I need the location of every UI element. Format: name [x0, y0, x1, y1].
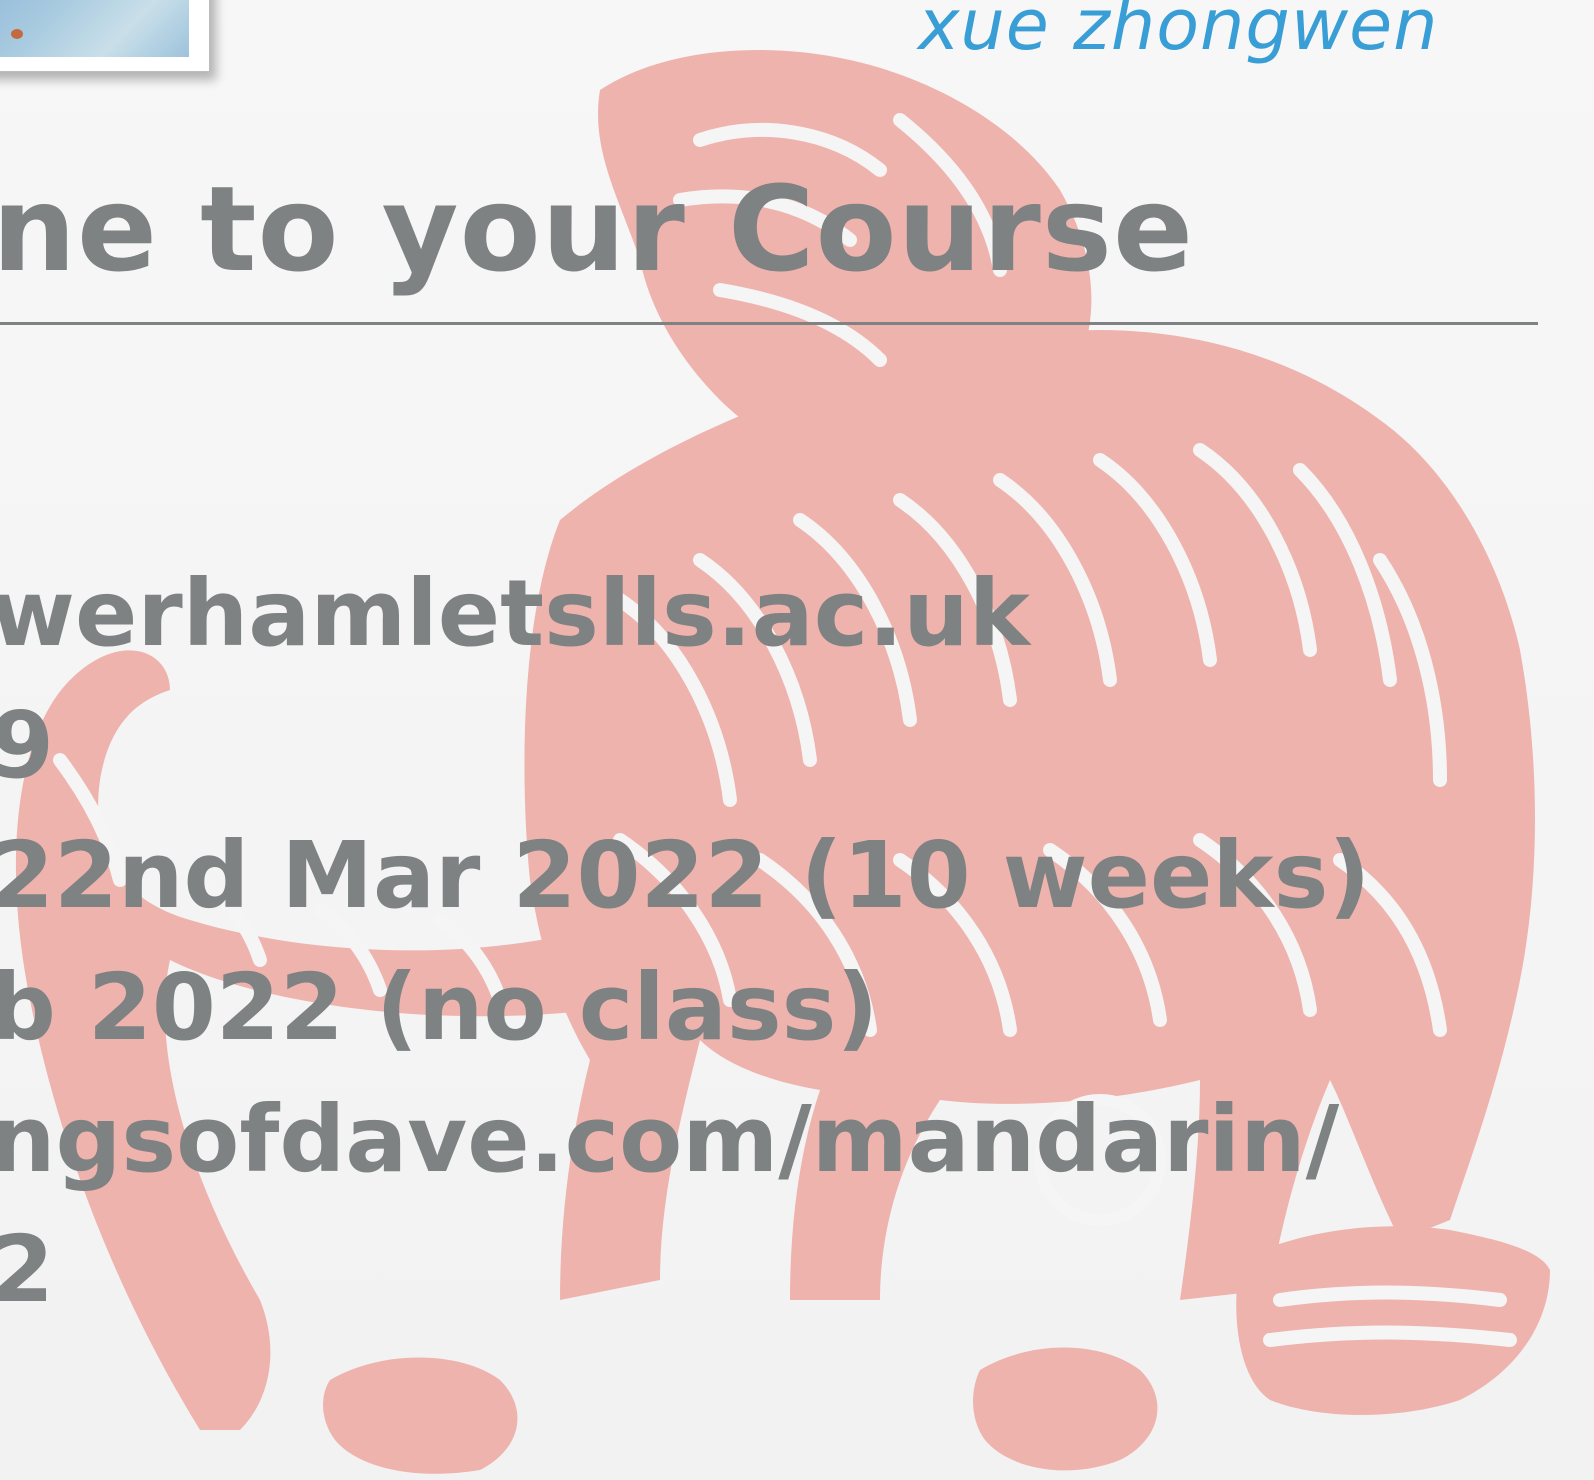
info-line-email: werhamletslls.ac.uk	[0, 560, 1030, 667]
pinyin-label: xue zhongwen	[918, 0, 1439, 66]
corner-photo	[0, 0, 210, 72]
info-line-room: 9	[0, 692, 55, 799]
photo-image	[0, 0, 189, 57]
photo-detail	[11, 29, 23, 39]
info-line-extra: 2	[0, 1216, 55, 1323]
info-line-website: ngsofdave.com/mandarin/	[0, 1086, 1340, 1193]
info-line-dates: 22nd Mar 2022 (10 weeks)	[0, 822, 1371, 929]
info-line-holiday: b 2022 (no class)	[0, 954, 879, 1061]
slide: xue zhongwen ne to your Course werhamlet…	[0, 0, 1594, 1480]
slide-title: ne to your Course	[0, 160, 1195, 298]
title-divider	[0, 322, 1538, 325]
